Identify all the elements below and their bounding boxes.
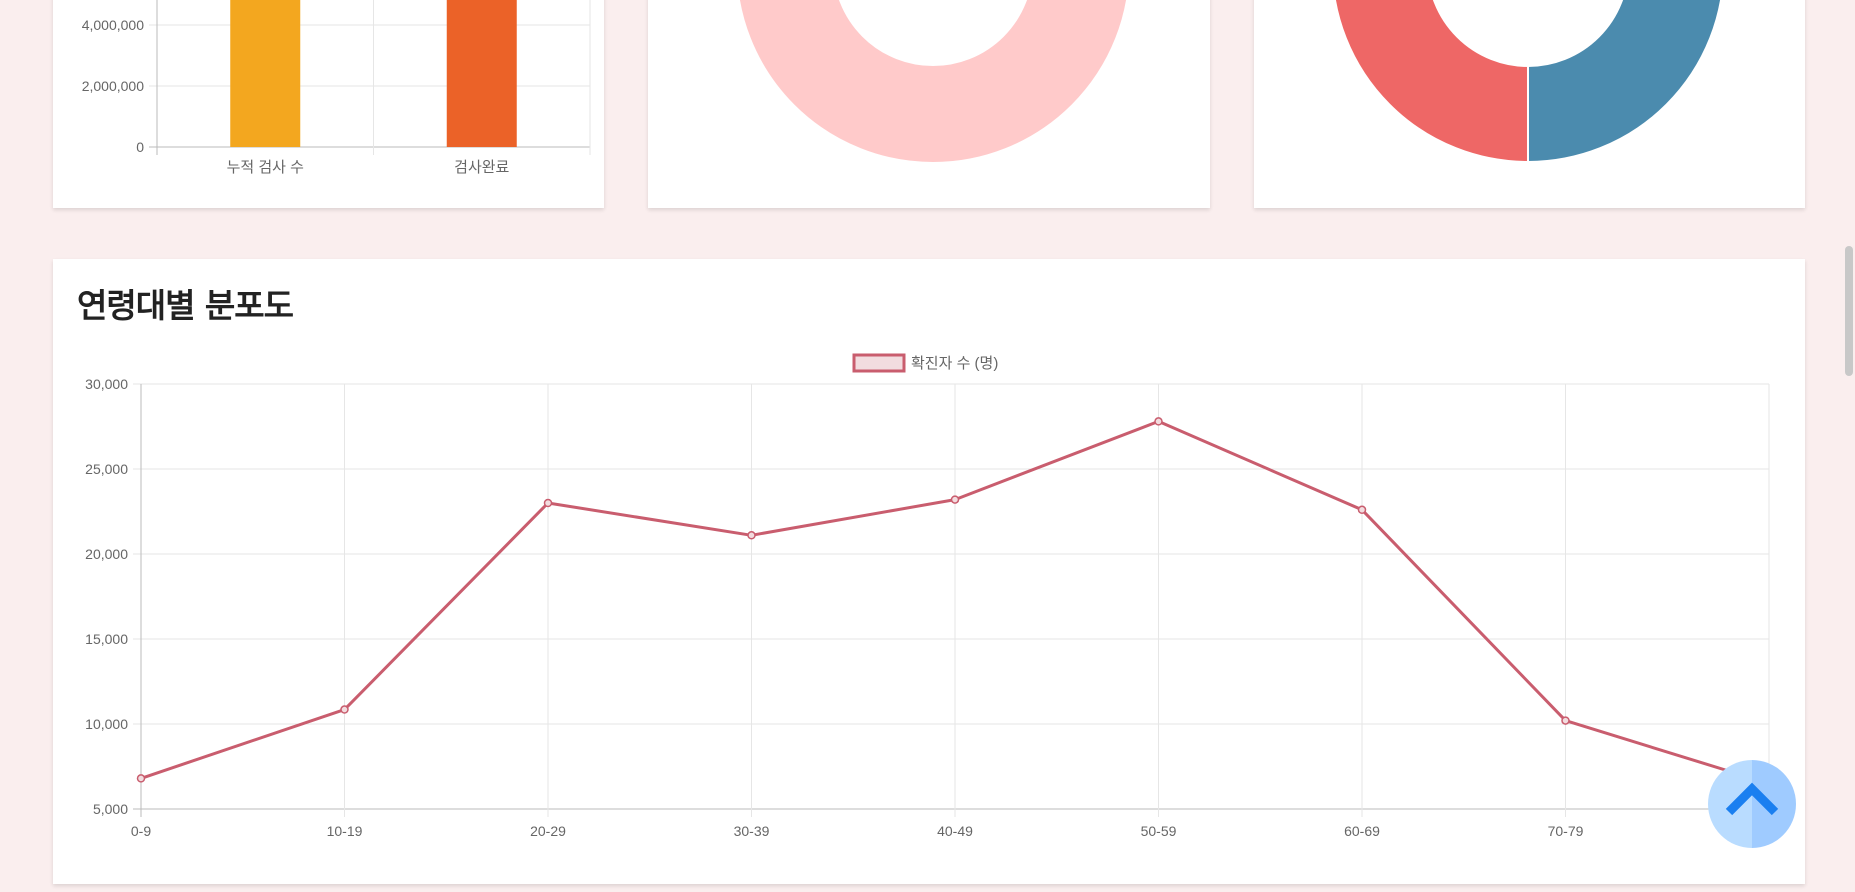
y-tick-label: 10,000 — [85, 716, 128, 732]
chevron-up-icon — [1725, 782, 1779, 816]
donut-slice — [1527, 0, 1722, 164]
donut-chart-card-2 — [1254, 0, 1805, 208]
y-tick-label: 20,000 — [85, 546, 128, 562]
scroll-to-top-button[interactable] — [1708, 760, 1796, 848]
data-point — [747, 531, 756, 540]
data-point — [340, 705, 349, 714]
age-distribution-card: 연령대별 분포도 5,000 10,000 15,000 20,000 25,000 30… — [53, 259, 1805, 884]
legend-label: 확진자 수 (명) — [911, 355, 998, 372]
data-point — [543, 498, 553, 508]
bar — [446, 0, 517, 147]
y-tick-label: 25,000 — [85, 461, 128, 477]
x-tick-label: 30-39 — [734, 823, 770, 839]
age-distribution-line-chart: 5,000 10,000 15,000 20,000 25,000 30,000 0-9 10… — [85, 353, 1781, 839]
donut-chart-2 — [1334, 0, 1722, 164]
x-tick-label: 50-59 — [1141, 823, 1177, 839]
scrollbar-track[interactable] — [1842, 0, 1855, 892]
x-tick-label: 70-79 — [1548, 823, 1584, 839]
test-count-bar-chart: 0 2,000,000 4,000,000 누적 검사 수 검사완료 — [82, 0, 591, 176]
y-tick-label: 0 — [136, 139, 144, 155]
x-tick-label: 60-69 — [1344, 823, 1380, 839]
donut-slice — [740, 0, 1126, 162]
x-tick-label: 10-19 — [327, 823, 363, 839]
x-tick-label: 40-49 — [937, 823, 973, 839]
x-tick-label: 20-29 — [530, 823, 566, 839]
data-point — [1561, 716, 1570, 725]
legend-swatch — [852, 353, 906, 373]
y-tick-label: 15,000 — [85, 631, 128, 647]
donut-chart-card-1 — [648, 0, 1210, 208]
legend-item[interactable]: 확진자 수 (명) — [852, 353, 998, 373]
donut-slice — [1334, 0, 1529, 164]
x-tick-label: 누적 검사 수 — [227, 159, 304, 176]
x-tick-label: 0-9 — [131, 823, 151, 839]
bar — [230, 0, 301, 147]
y-tick-label: 2,000,000 — [82, 78, 144, 94]
x-tick-label: 검사완료 — [454, 159, 509, 176]
y-tick-label: 30,000 — [85, 376, 128, 392]
donut-chart-1 — [740, 0, 1126, 162]
test-count-bar-card: 0 2,000,000 4,000,000 누적 검사 수 검사완료 — [53, 0, 604, 208]
y-tick-label: 5,000 — [93, 801, 128, 817]
y-tick-label: 4,000,000 — [82, 17, 144, 33]
data-point — [950, 495, 960, 504]
data-point — [1357, 505, 1367, 515]
data-point — [136, 774, 146, 783]
data-point — [1154, 417, 1163, 426]
scrollbar-thumb[interactable] — [1845, 246, 1853, 376]
